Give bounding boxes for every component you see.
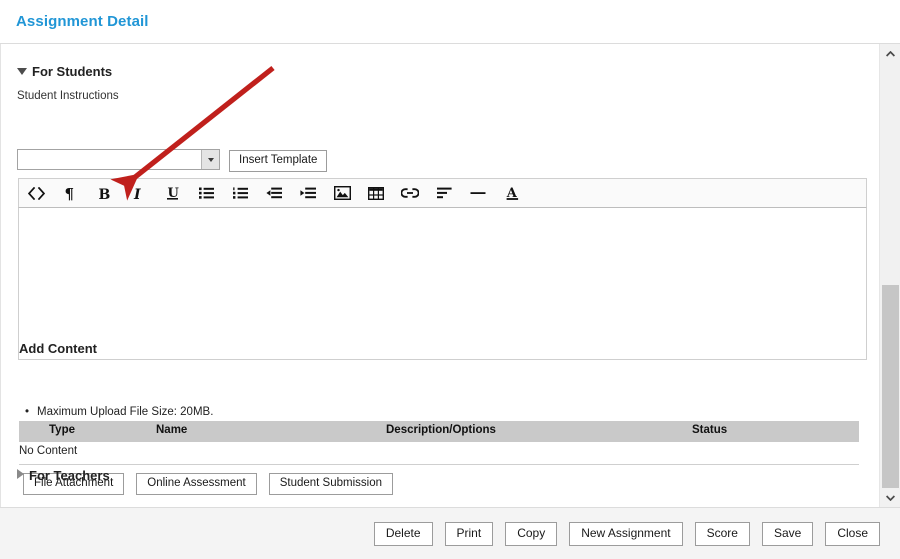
section-label-for-teachers: For Teachers (29, 468, 110, 483)
column-header-name: Name (156, 424, 188, 436)
italic-icon[interactable]: I (121, 179, 155, 207)
rich-text-editor: ¶ B I U A (18, 178, 867, 360)
scroll-region: For Students Student Instructions Insert… (0, 44, 900, 507)
section-label-for-students: For Students (32, 64, 113, 79)
upload-size-note: Maximum Upload File Size: 20MB. (25, 406, 213, 418)
insert-template-button[interactable]: Insert Template (229, 150, 328, 172)
bullet-list-icon[interactable] (189, 179, 223, 207)
editor-toolbar: ¶ B I U A (18, 178, 867, 208)
text-color-icon[interactable]: A (495, 179, 529, 207)
new-assignment-button[interactable]: New Assignment (569, 522, 683, 546)
triangle-right-icon[interactable] (17, 469, 24, 479)
section-header-for-students[interactable]: For Students (17, 64, 112, 79)
bold-icon[interactable]: B (87, 179, 121, 207)
copy-button[interactable]: Copy (505, 522, 558, 546)
column-header-description: Description/Options (386, 424, 496, 436)
chevron-down-icon[interactable] (201, 150, 219, 169)
horizontal-rule-icon[interactable] (461, 179, 495, 207)
paragraph-icon[interactable]: ¶ (53, 179, 87, 207)
student-submission-button[interactable]: Student Submission (268, 473, 393, 495)
delete-button[interactable]: Delete (373, 522, 433, 546)
score-button[interactable]: Score (694, 522, 750, 546)
page-header: Assignment Detail (0, 0, 900, 44)
column-header-type: Type (49, 424, 75, 436)
page-title: Assignment Detail (16, 13, 149, 30)
link-icon[interactable] (393, 179, 427, 207)
no-content-text: No Content (19, 445, 78, 457)
underline-icon[interactable]: U (155, 179, 189, 207)
scrollbar-thumb[interactable] (882, 284, 899, 494)
column-header-status: Status (692, 424, 728, 436)
chevron-down-icon[interactable] (880, 488, 900, 507)
online-assessment-button[interactable]: Online Assessment (136, 473, 257, 495)
content-table-header: Type Name Description/Options Status (19, 421, 859, 442)
source-code-icon[interactable] (19, 179, 53, 207)
vertical-scrollbar[interactable] (879, 44, 900, 507)
add-content-heading: Add Content (19, 341, 97, 356)
image-icon[interactable] (325, 179, 359, 207)
print-button[interactable]: Print (444, 522, 494, 546)
align-icon[interactable] (427, 179, 461, 207)
numbered-list-icon[interactable] (223, 179, 257, 207)
chevron-up-icon[interactable] (880, 44, 900, 63)
table-icon[interactable] (359, 179, 393, 207)
student-instructions-template-select[interactable] (17, 149, 220, 170)
svg-text:I: I (133, 187, 141, 201)
save-button[interactable]: Save (761, 522, 814, 546)
footer-buttons: Delete Print Copy New Assignment Score S… (373, 522, 880, 546)
outdent-icon[interactable] (257, 179, 291, 207)
student-instructions-label: Student Instructions (17, 90, 119, 102)
svg-text:¶: ¶ (64, 186, 74, 201)
svg-text:B: B (99, 187, 111, 201)
assignment-detail-page: Assignment Detail For Students Student I… (0, 0, 900, 559)
section-header-for-teachers[interactable]: For Teachers (17, 468, 110, 483)
content-pane: For Students Student Instructions Insert… (1, 44, 880, 507)
close-button[interactable]: Close (825, 522, 880, 546)
indent-icon[interactable] (291, 179, 325, 207)
triangle-down-icon[interactable] (17, 68, 27, 75)
editor-content-area[interactable] (18, 208, 867, 360)
content-table-empty-row: No Content (19, 442, 859, 465)
